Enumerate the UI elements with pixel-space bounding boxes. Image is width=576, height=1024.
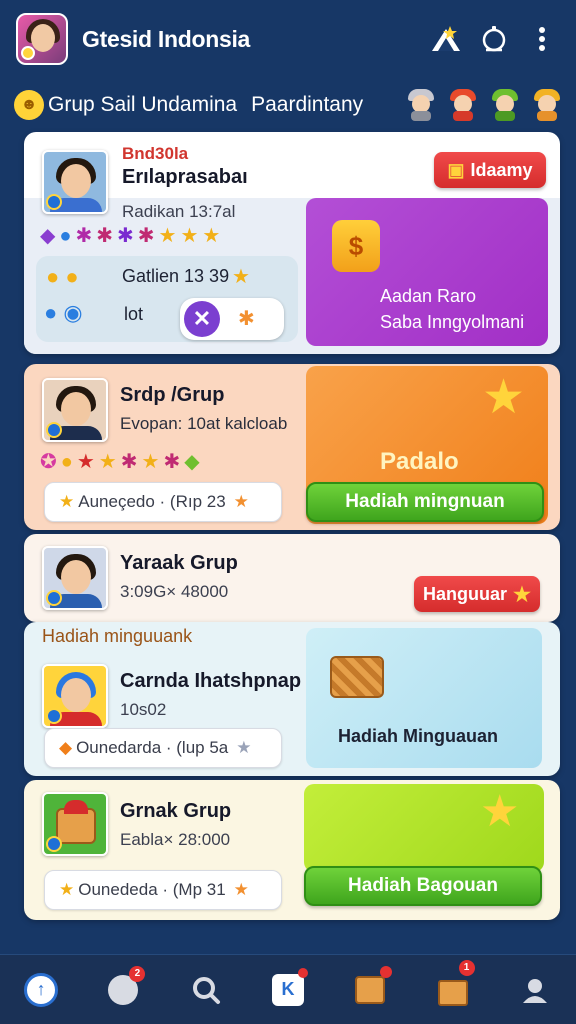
gift-icon: ◆ <box>59 738 73 757</box>
group-card[interactable]: Grnak Grup Eabla× 28:000 ★ Ounededa · (M… <box>24 780 560 920</box>
claim-button[interactable]: ▣ Idaamy <box>434 152 546 188</box>
chat-badge: 2 <box>129 965 146 982</box>
search-icon[interactable] <box>186 970 226 1010</box>
reward-icons-row: ◆ ● ✱ ✱ ✱ ✱ ★ ★ ★ <box>40 225 221 247</box>
badge-icon: ● <box>59 225 72 247</box>
app-header: Gtesid Indonsia <box>0 0 576 78</box>
group-photo <box>42 378 108 442</box>
group-name: Carnda Ihatshpnap <box>120 670 302 692</box>
coin-icon: ● ● <box>46 264 79 289</box>
gift-icon[interactable]: 1 <box>433 959 475 1010</box>
basket-icon <box>330 656 384 698</box>
group-card[interactable]: Hadiah minguuank Carnda Ihatshpnap 10s02… <box>24 622 560 776</box>
reward-button[interactable]: Hadiah Bagouan <box>304 866 542 906</box>
rank-pill[interactable]: ★ Ounededa · (Mp 31 ★ <box>44 870 282 910</box>
reward-icons-row: ✪ ● ★ ★ ✱ ★ ✱ ◆ <box>40 451 200 473</box>
group-name: Yaraak Grup <box>120 552 238 574</box>
group-name: Srdp /Grup <box>120 384 225 406</box>
group-name: Erılaprasabaı <box>122 166 248 188</box>
group-photo <box>42 792 108 856</box>
rank-pill[interactable]: ★ Auneçedo · (Rıp 23 ★ <box>44 482 282 522</box>
avatar[interactable] <box>16 13 68 65</box>
star-icon: ★ <box>232 266 250 288</box>
profile-icon[interactable] <box>515 970 555 1010</box>
weekly-reward-button[interactable]: Hadiah mingnuan <box>306 482 544 522</box>
promo-panel[interactable]: ★ <box>304 784 544 872</box>
gift-badge: 1 <box>458 959 475 976</box>
group-list: Bnd30la Erılaprasabaı Radikan 13:7al ▣ I… <box>24 132 560 922</box>
group-meta: Evopan: 10at kalcloab <box>120 414 288 433</box>
promo-line-2: Saba Inngyolmani <box>380 312 525 332</box>
inbox-icon[interactable] <box>350 965 393 1010</box>
sun-icon: ☻ <box>14 90 44 120</box>
home-icon[interactable]: ↑ <box>21 970 61 1010</box>
group-label-secondary[interactable]: Paardintany <box>251 93 394 117</box>
toggle-control[interactable]: ✕ ✱ <box>180 298 284 340</box>
group-name: Grnak Grup <box>120 800 232 822</box>
group-subheader: ☻ Grup Sail Undamina Paardintany <box>0 82 576 128</box>
star-icon: ★ <box>59 880 75 899</box>
character-yellow-icon[interactable] <box>532 89 562 121</box>
character-grey-icon[interactable] <box>406 89 436 121</box>
badge-pair-icon: ● ◉ <box>44 300 83 325</box>
gift-icon: ▣ <box>447 159 465 180</box>
group-photo <box>42 150 108 214</box>
shopping-bag-icon: $ <box>332 220 380 272</box>
more-vertical-icon[interactable] <box>524 21 560 57</box>
notification-icon[interactable] <box>476 21 512 57</box>
group-photo <box>42 664 108 728</box>
chat-icon[interactable]: 2 <box>103 965 146 1010</box>
promo-panel[interactable]: Hadiah Minguauan <box>306 628 542 768</box>
star-icon: ★ <box>59 492 75 511</box>
page-title: Gtesid Indonsia <box>82 25 251 52</box>
group-photo <box>42 546 108 610</box>
reward-title: Gatlien 13 39 <box>122 266 230 286</box>
group-meta: 10s02 <box>120 700 167 719</box>
bottom-navigation: ↑ 2 K 1 <box>0 954 576 1024</box>
group-meta: Radikan 13:7al <box>122 202 236 221</box>
group-card[interactable]: Srdp /Grup Evopan: 10at kalcloab ✪ ● ★ ★… <box>24 364 560 530</box>
rank-pill[interactable]: ◆ Ounedarda · (lup 5a ★ <box>44 728 282 768</box>
star-icon: ★ <box>480 787 520 836</box>
star-icon: ★ <box>236 738 252 757</box>
close-icon[interactable]: ✕ <box>184 301 220 337</box>
promo-label: Hadiah Minguauan <box>338 726 499 746</box>
character-red-icon[interactable] <box>448 89 478 121</box>
promo-title: Padalo <box>380 448 459 475</box>
group-card[interactable]: Bnd30la Erılaprasabaı Radikan 13:7al ▣ I… <box>24 132 560 354</box>
group-meta: Eabla× 28:000 <box>120 830 231 849</box>
app-badge <box>297 967 308 978</box>
trophy-icon[interactable] <box>428 21 464 57</box>
star-icon: ★ <box>233 492 249 511</box>
character-green-icon[interactable] <box>490 89 520 121</box>
gem-icon: ◆ <box>40 225 56 247</box>
group-meta: 3:09G× 48000 <box>120 582 229 601</box>
star-icon: ★ <box>233 880 249 899</box>
group-card[interactable]: Yaraak Grup 3:09G× 48000 Hanguuar ★ <box>24 534 560 622</box>
reward-label: lot <box>124 304 144 324</box>
weekly-button[interactable]: Hanguuar ★ <box>414 576 540 612</box>
promo-panel[interactable]: $ Aadan Raro Saba Inngyolmani <box>306 198 548 346</box>
app-icon[interactable]: K <box>268 967 308 1010</box>
star-icon: ★ <box>513 583 531 606</box>
star-badge-icon: ✱ <box>238 308 255 330</box>
group-label[interactable]: Grup Sail Undamina <box>48 93 237 117</box>
star-icon: ★ <box>482 371 526 424</box>
section-header: Hadiah minguuank <box>42 626 193 646</box>
promo-line-1: Aadan Raro <box>380 286 477 306</box>
group-tag: Bnd30la <box>122 144 189 163</box>
inbox-badge <box>380 965 393 978</box>
